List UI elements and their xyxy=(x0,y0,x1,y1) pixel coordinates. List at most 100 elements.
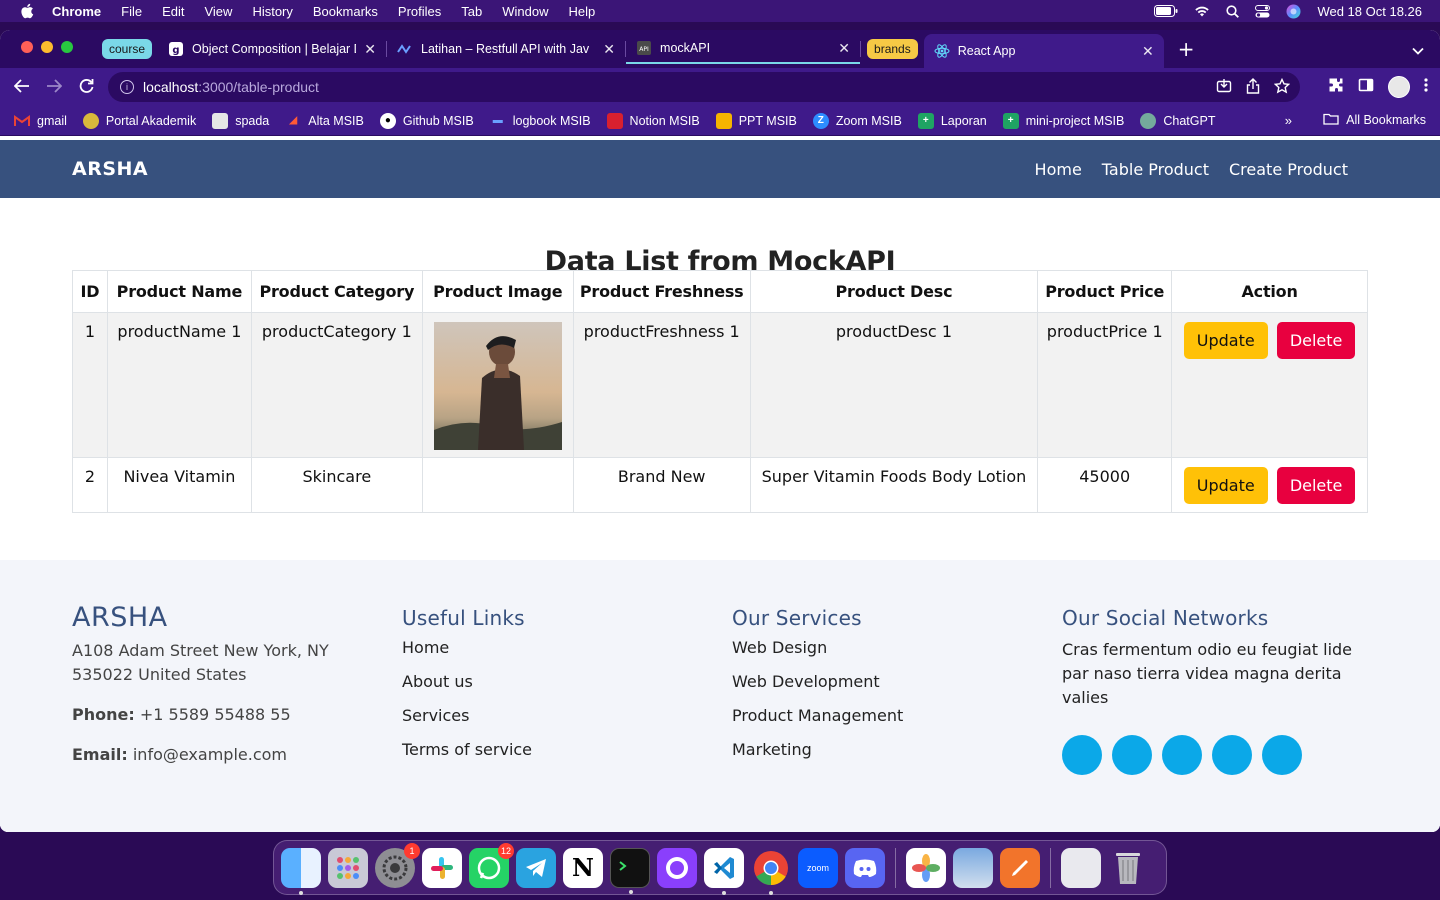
slack-icon[interactable] xyxy=(422,847,462,888)
close-tab-icon[interactable]: ✕ xyxy=(364,41,376,58)
launchpad-icon[interactable] xyxy=(328,847,368,888)
chrome-window: course g Object Composition | Belajar D … xyxy=(0,30,1440,832)
site-logo[interactable]: ARSHA xyxy=(72,158,148,180)
menu-file[interactable]: File xyxy=(121,4,142,19)
instagram-icon[interactable] xyxy=(1162,735,1202,775)
battery-icon[interactable] xyxy=(1154,5,1178,17)
update-button[interactable]: Update xyxy=(1183,322,1268,359)
close-tab-icon[interactable]: ✕ xyxy=(1142,43,1154,60)
bookmark-portal-akademik[interactable]: Portal Akademik xyxy=(82,112,196,129)
menu-help[interactable]: Help xyxy=(569,4,596,19)
nav-home[interactable]: Home xyxy=(1035,160,1082,179)
skype-icon[interactable] xyxy=(1212,735,1252,775)
menu-tab[interactable]: Tab xyxy=(461,4,482,19)
footer-link-about[interactable]: About us xyxy=(402,672,702,706)
whatsapp-icon[interactable]: 12 xyxy=(469,842,514,888)
tab-search-chevron-icon[interactable] xyxy=(1412,40,1424,59)
footer-link-services[interactable]: Services xyxy=(402,706,702,740)
chrome-icon[interactable] xyxy=(751,848,791,895)
bookmark-ppt-msib[interactable]: PPT MSIB xyxy=(715,112,797,129)
tab-react-app[interactable]: React App ✕ xyxy=(923,34,1164,68)
pages-icon[interactable] xyxy=(1000,847,1040,888)
bookmark-github-msib[interactable]: ● Github MSIB xyxy=(379,112,474,129)
side-panel-icon[interactable] xyxy=(1358,77,1374,97)
social-icons xyxy=(1062,735,1362,775)
delete-button[interactable]: Delete xyxy=(1276,322,1356,359)
spotlight-search-icon[interactable] xyxy=(1226,4,1240,18)
profile-avatar[interactable] xyxy=(1388,76,1410,98)
update-button[interactable]: Update xyxy=(1183,467,1268,504)
menu-profiles[interactable]: Profiles xyxy=(398,4,441,19)
close-tab-icon[interactable]: ✕ xyxy=(603,41,615,58)
tab-object-composition[interactable]: g Object Composition | Belajar D ✕ xyxy=(158,34,386,64)
menu-bookmarks[interactable]: Bookmarks xyxy=(313,4,378,19)
all-bookmarks-folder[interactable]: All Bookmarks xyxy=(1323,112,1426,128)
telegram-icon[interactable] xyxy=(516,847,556,888)
document-stack-icon[interactable] xyxy=(1061,847,1101,888)
bookmark-logbook-msib[interactable]: ▬ logbook MSIB xyxy=(490,113,591,129)
wifi-icon[interactable] xyxy=(1194,5,1210,17)
footer-service-web-design[interactable]: Web Design xyxy=(732,638,1032,672)
site-info-icon[interactable]: i xyxy=(120,80,134,94)
address-bar[interactable]: i localhost:3000/table-product xyxy=(108,72,1300,102)
siri-icon[interactable] xyxy=(1286,4,1301,19)
phone-label: Phone: xyxy=(72,705,135,724)
bookmark-gmail[interactable]: gmail xyxy=(14,113,67,129)
install-app-icon[interactable] xyxy=(1216,78,1232,97)
close-window-button[interactable] xyxy=(21,41,33,53)
zoom-app-icon[interactable]: zoom xyxy=(798,847,838,888)
control-center-icon[interactable] xyxy=(1255,4,1271,18)
bookmark-mini-project-msib[interactable]: + mini-project MSIB xyxy=(1002,112,1124,129)
system-settings-icon[interactable]: 1 xyxy=(375,842,420,888)
bookmark-zoom-msib[interactable]: Z Zoom MSIB xyxy=(812,112,902,129)
photos-icon[interactable] xyxy=(906,847,946,888)
back-arrow-icon[interactable] xyxy=(6,78,38,97)
menu-history[interactable]: History xyxy=(252,4,292,19)
twitter-icon[interactable] xyxy=(1062,735,1102,775)
bookmark-notion-msib[interactable]: Notion MSIB xyxy=(606,112,700,129)
reload-icon[interactable] xyxy=(70,78,102,97)
nav-table-product[interactable]: Table Product xyxy=(1102,160,1209,179)
footer-service-marketing[interactable]: Marketing xyxy=(732,740,1032,774)
forward-arrow-icon[interactable] xyxy=(38,78,70,97)
bookmark-chatgpt[interactable]: ChatGPT xyxy=(1140,112,1215,129)
bookmark-laporan[interactable]: + Laporan xyxy=(917,112,987,129)
new-tab-icon[interactable]: + xyxy=(1178,37,1195,61)
bookmark-star-icon[interactable] xyxy=(1273,77,1291,97)
nav-create-product[interactable]: Create Product xyxy=(1229,160,1348,179)
bookmark-spada[interactable]: spada xyxy=(212,112,269,129)
clock[interactable]: Wed 18 Oct 18.26 xyxy=(1317,4,1422,19)
minimize-window-button[interactable] xyxy=(41,41,53,53)
menu-view[interactable]: View xyxy=(204,4,232,19)
trash-icon[interactable] xyxy=(1108,848,1148,888)
bookmark-alta-msib[interactable]: ◢ Alta MSIB xyxy=(285,113,363,129)
linkedin-icon[interactable] xyxy=(1262,735,1302,775)
more-bookmarks-chevron-icon[interactable]: » xyxy=(1285,113,1292,128)
notion-app-icon[interactable]: N xyxy=(563,847,603,888)
facebook-icon[interactable] xyxy=(1112,735,1152,775)
menu-edit[interactable]: Edit xyxy=(162,4,184,19)
github-desktop-icon[interactable] xyxy=(657,847,697,888)
footer-service-product-management[interactable]: Product Management xyxy=(732,706,1032,740)
delete-button[interactable]: Delete xyxy=(1276,467,1356,504)
preview-icon[interactable] xyxy=(953,847,993,888)
apple-icon[interactable] xyxy=(20,3,34,19)
tab-mockapi[interactable]: API mockAPI ✕ xyxy=(626,34,861,64)
footer-link-terms[interactable]: Terms of service xyxy=(402,740,702,774)
footer-link-home[interactable]: Home xyxy=(402,638,702,672)
tab-latihan-restfull[interactable]: Latihan – Restfull API with Jav ✕ xyxy=(387,34,625,64)
extensions-icon[interactable] xyxy=(1328,77,1344,97)
footer-service-web-development[interactable]: Web Development xyxy=(732,672,1032,706)
discord-icon[interactable] xyxy=(845,847,885,888)
tab-group-brands[interactable]: brands xyxy=(867,39,918,59)
terminal-icon[interactable] xyxy=(610,847,650,894)
tab-group-course[interactable]: course xyxy=(102,39,153,59)
menu-app-name[interactable]: Chrome xyxy=(52,4,101,19)
share-icon[interactable] xyxy=(1246,78,1260,97)
zoom-window-button[interactable] xyxy=(61,41,73,53)
finder-icon[interactable] xyxy=(281,847,321,895)
kebab-menu-icon[interactable] xyxy=(1424,77,1428,97)
vscode-icon[interactable] xyxy=(704,847,744,895)
close-tab-icon[interactable]: ✕ xyxy=(838,40,850,57)
menu-window[interactable]: Window xyxy=(502,4,548,19)
